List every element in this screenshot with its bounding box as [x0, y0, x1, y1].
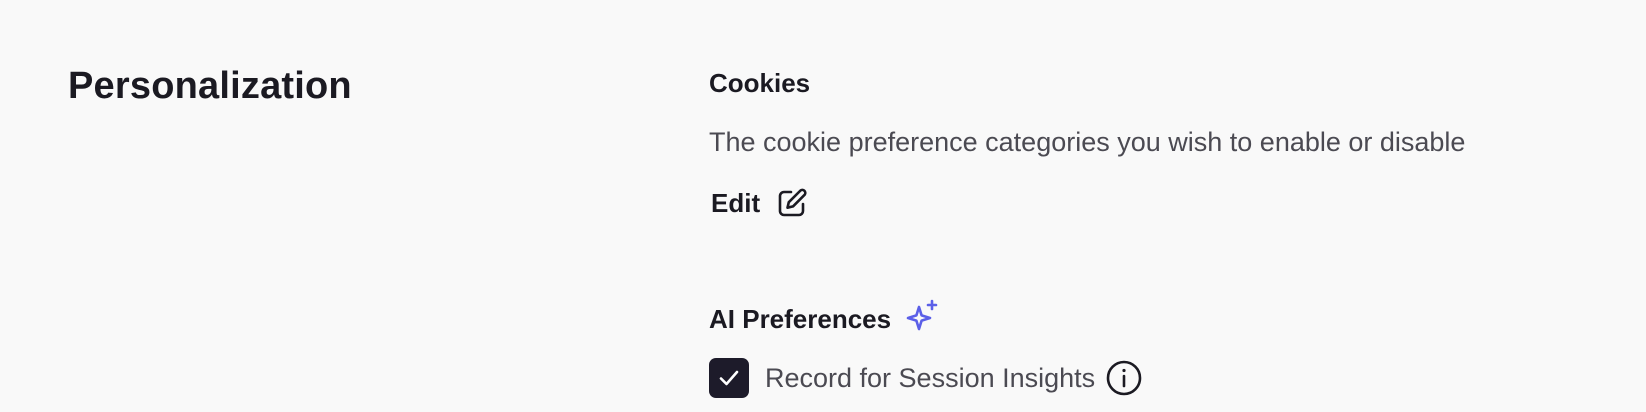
checkmark-icon — [719, 370, 739, 386]
edit-icon — [776, 187, 808, 219]
info-icon[interactable] — [1105, 359, 1143, 397]
cookies-heading: Cookies — [709, 68, 811, 98]
edit-cookies-button[interactable]: Edit — [711, 186, 808, 220]
sparkle-icon — [905, 298, 941, 334]
cookies-description: The cookie preference categories you wis… — [709, 127, 1466, 157]
ai-preferences-heading-text: AI Preferences — [709, 304, 892, 334]
session-insights-option: Record for Session Insights — [709, 358, 1143, 398]
session-insights-checkbox[interactable] — [709, 358, 749, 398]
ai-preferences-heading: AI Preferences — [709, 299, 941, 336]
edit-button-label: Edit — [711, 188, 761, 218]
section-title: Personalization — [68, 65, 352, 107]
session-insights-label[interactable]: Record for Session Insights — [765, 360, 1095, 396]
